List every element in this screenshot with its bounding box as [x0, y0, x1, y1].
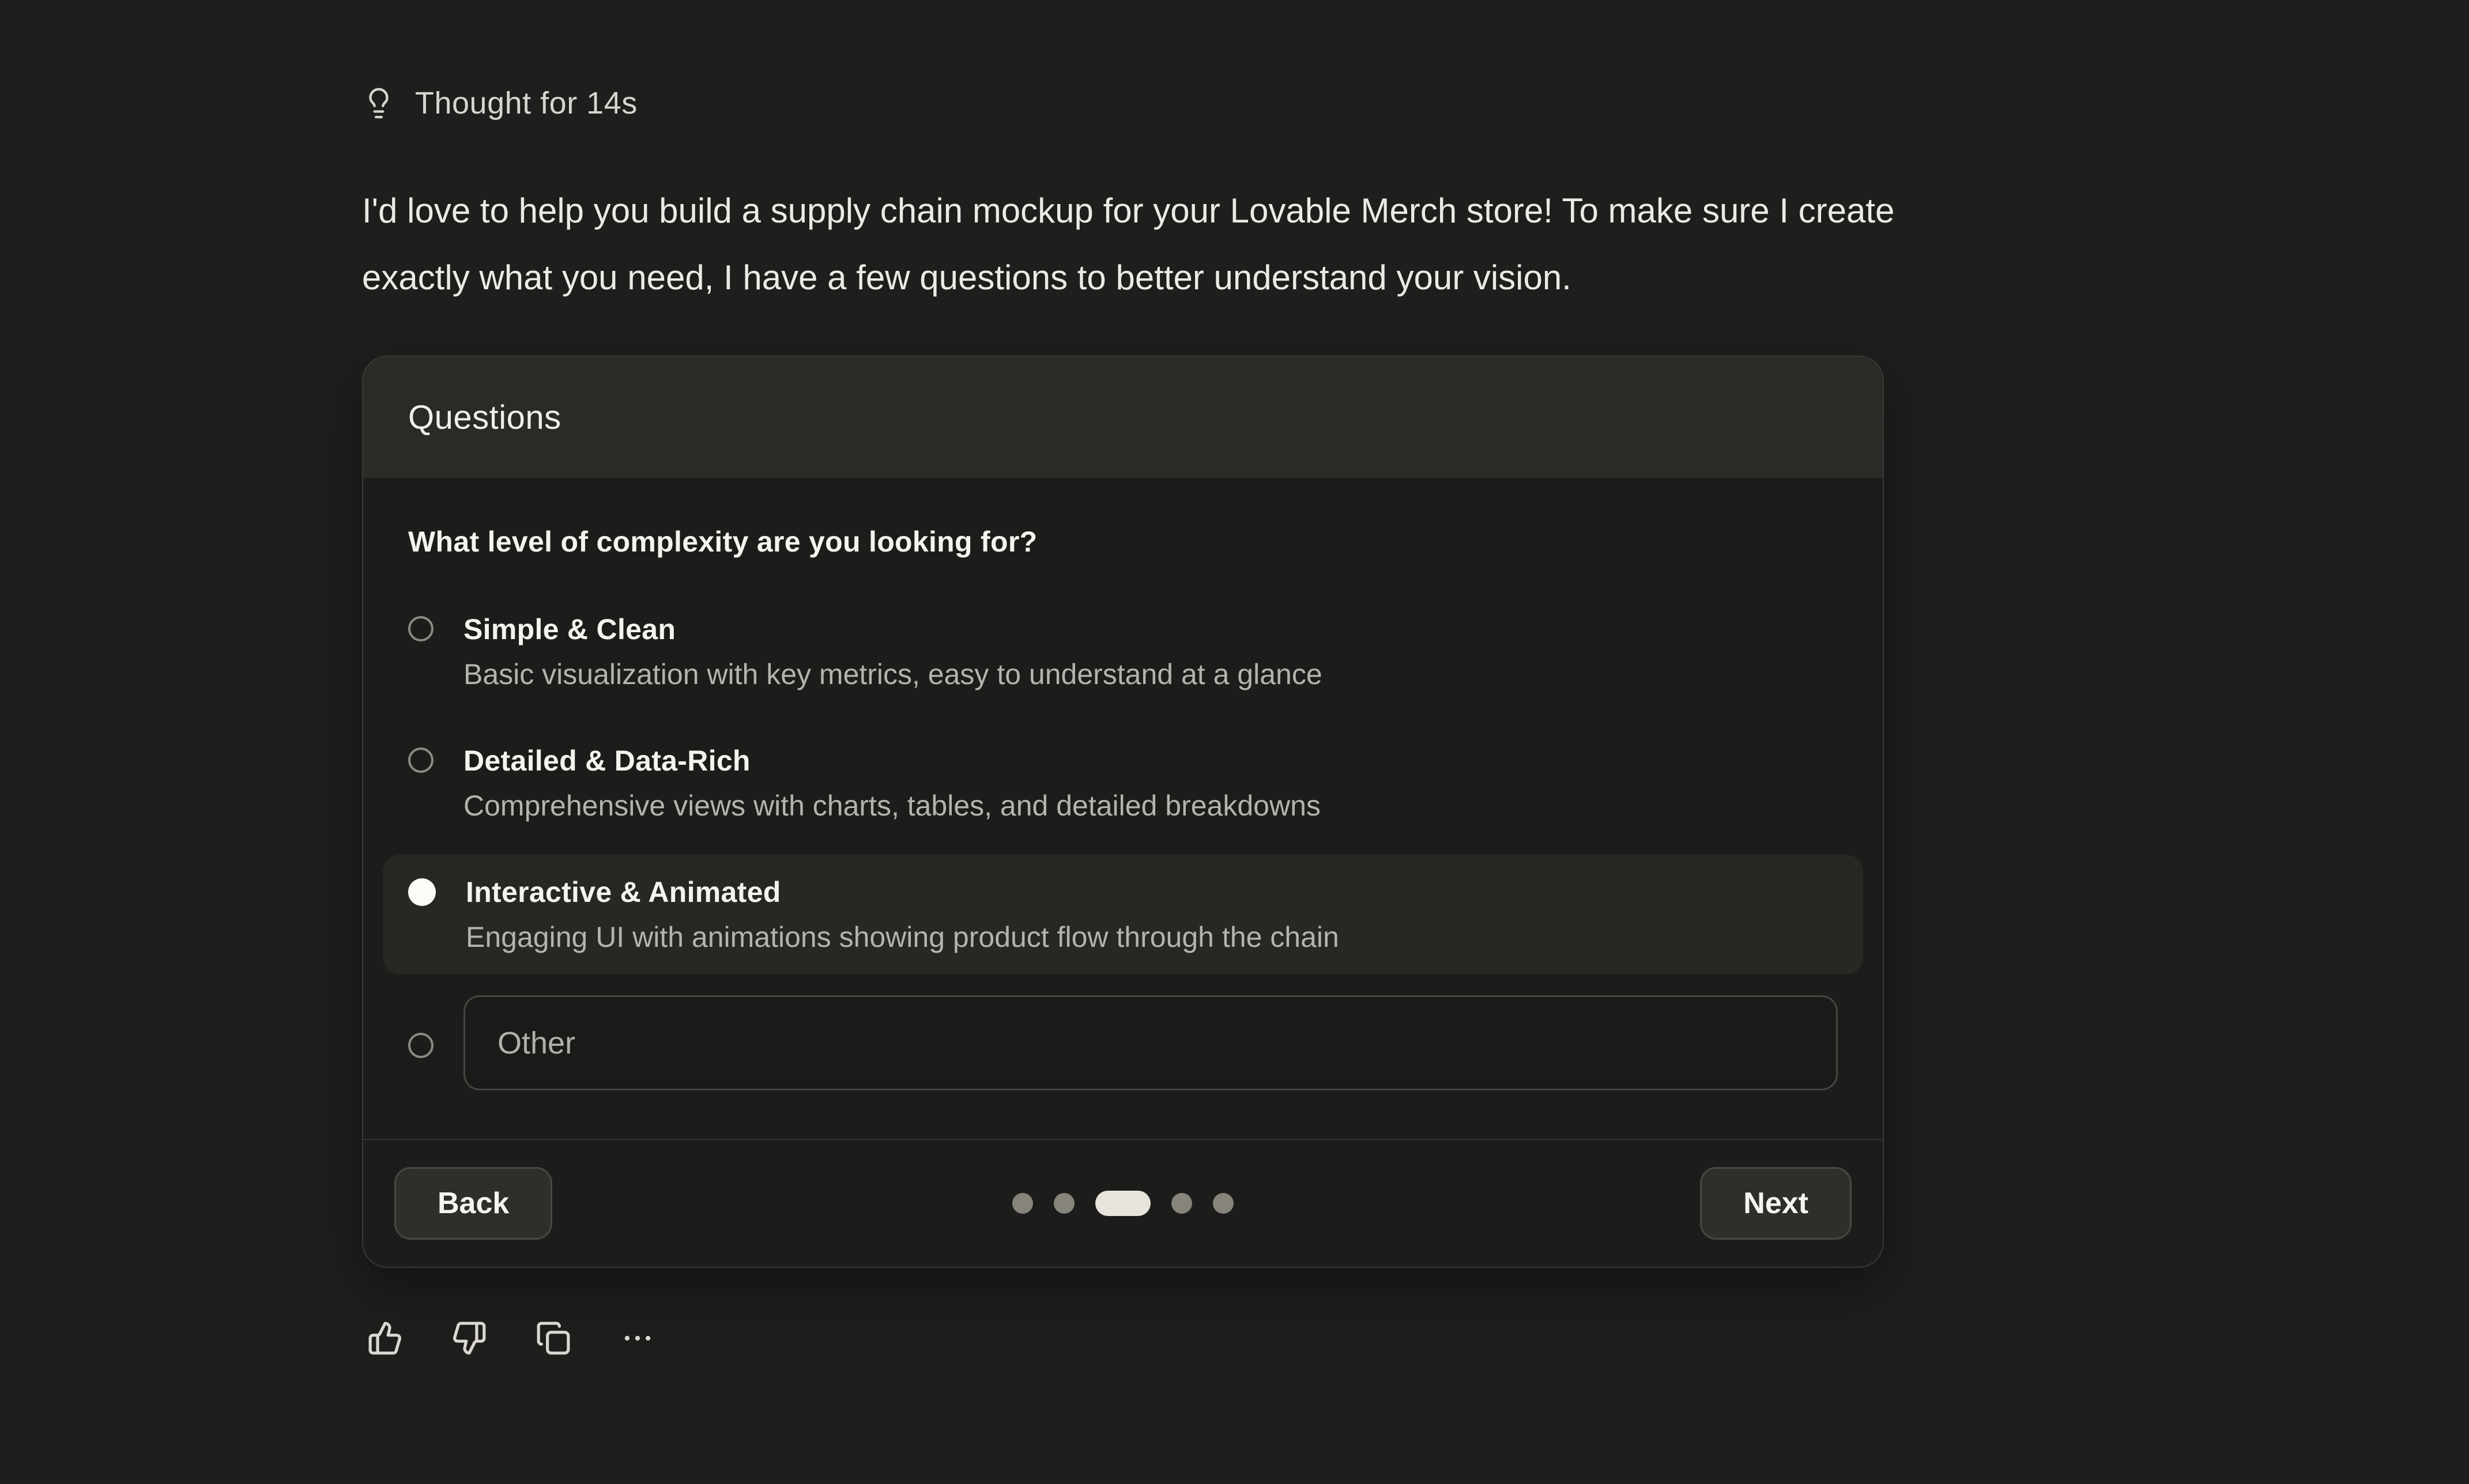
- next-button[interactable]: Next: [1700, 1167, 1852, 1240]
- option-label: Simple & Clean: [463, 611, 1322, 647]
- pagination-dot: [1213, 1193, 1234, 1214]
- options-list: Simple & Clean Basic visualization with …: [408, 592, 1838, 1090]
- thumbs-down-icon: [451, 1320, 487, 1356]
- message-actions: [367, 1320, 656, 1357]
- pagination-dot: [1171, 1193, 1192, 1214]
- thumbs-up-icon: [367, 1320, 403, 1356]
- thought-toggle[interactable]: Thought for 14s: [362, 85, 638, 121]
- option-description: Basic visualization with key metrics, ea…: [463, 656, 1322, 692]
- thumbs-up-button[interactable]: [367, 1320, 404, 1357]
- pagination-dots: [1012, 1191, 1234, 1216]
- copy-icon: [536, 1320, 571, 1356]
- message-line-2: exactly what you need, I have a few ques…: [362, 244, 2322, 311]
- option-detailed-data-rich[interactable]: Detailed & Data-Rich Comprehensive views…: [383, 723, 1863, 843]
- other-input[interactable]: [463, 995, 1838, 1090]
- radio-selected-icon[interactable]: [408, 878, 436, 906]
- question-text: What level of complexity are you looking…: [408, 524, 1838, 560]
- option-interactive-animated[interactable]: Interactive & Animated Engaging UI with …: [383, 855, 1863, 975]
- card-title: Questions: [408, 398, 561, 437]
- back-button[interactable]: Back: [394, 1167, 552, 1240]
- option-description: Engaging UI with animations showing prod…: [466, 919, 1339, 955]
- radio-unselected-icon[interactable]: [408, 747, 434, 773]
- option-description: Comprehensive views with charts, tables,…: [463, 788, 1321, 824]
- card-footer: Back Next: [363, 1139, 1883, 1267]
- more-options-button[interactable]: [619, 1320, 656, 1357]
- lightbulb-icon: [362, 86, 395, 120]
- option-other[interactable]: [383, 995, 1863, 1090]
- thought-label: Thought for 14s: [415, 85, 638, 121]
- questions-card: Questions What level of complexity are y…: [362, 356, 1884, 1268]
- pagination-dot: [1054, 1193, 1075, 1214]
- thumbs-down-button[interactable]: [451, 1320, 488, 1357]
- card-header: Questions: [363, 357, 1883, 478]
- ellipsis-icon: [620, 1320, 655, 1356]
- card-body: What level of complexity are you looking…: [363, 478, 1883, 1139]
- option-label: Detailed & Data-Rich: [463, 743, 1321, 779]
- pagination-dot-active: [1095, 1191, 1151, 1216]
- assistant-message: I'd love to help you build a supply chai…: [362, 178, 2322, 311]
- radio-unselected-icon[interactable]: [408, 616, 434, 641]
- message-line-1: I'd love to help you build a supply chai…: [362, 178, 2322, 244]
- copy-button[interactable]: [535, 1320, 572, 1357]
- radio-unselected-icon[interactable]: [408, 1033, 434, 1058]
- pagination-dot: [1012, 1193, 1033, 1214]
- option-label: Interactive & Animated: [466, 874, 1339, 910]
- option-simple-clean[interactable]: Simple & Clean Basic visualization with …: [383, 592, 1863, 712]
